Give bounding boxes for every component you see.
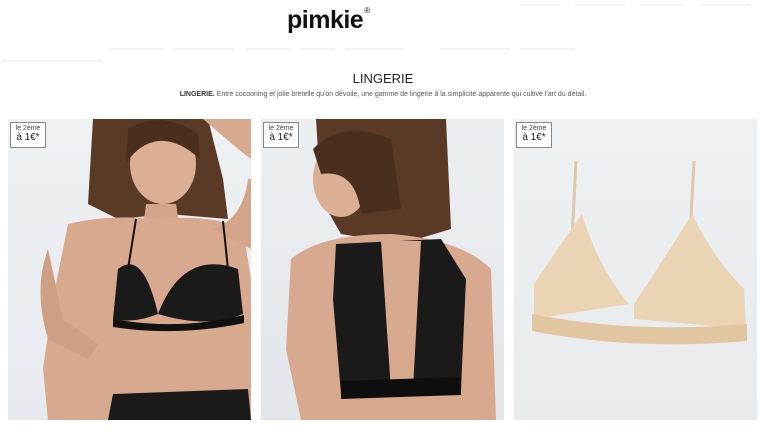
promo-badge-line2: à 1€* [269,132,293,143]
page-title: LINGERIE [352,71,414,86]
promo-badge: le 2ème à 1€* [516,122,552,148]
category-description: LINGERIE. Entre cocooning et jolie brete… [0,91,766,98]
promo-badge-line1: le 2ème [521,125,547,132]
product-card-2[interactable]: le 2ème à 1€* [261,119,504,420]
promo-badge: le 2ème à 1€* [10,122,46,148]
product-image [40,119,251,420]
promo-badge-line1: le 2ème [15,125,41,132]
product-image [532,160,747,345]
product-card-3[interactable]: le 2ème à 1€* [514,119,757,420]
nav-item[interactable] [345,48,405,50]
nav-item[interactable] [110,48,165,50]
brand-logo[interactable]: pimkie® [287,6,370,35]
description-lead: LINGERIE. [179,91,215,98]
promo-badge: le 2ème à 1€* [263,122,299,148]
nav-item[interactable] [245,48,290,50]
nav-item[interactable] [520,48,575,50]
promo-badge-line2: à 1€* [16,132,40,143]
brand-name: pimkie [287,6,364,34]
product-card-1[interactable]: le 2ème à 1€* [8,119,251,420]
nav-item[interactable] [175,48,235,50]
trademark-symbol: ® [364,5,370,15]
product-image [286,119,496,420]
promo-badge-line1: le 2ème [268,125,294,132]
description-text: Entre cocooning et jolie bretelle qu'on … [214,91,587,98]
promo-badge-line2: à 1€* [522,132,546,143]
nav-item[interactable] [300,48,335,50]
nav-item[interactable] [440,48,510,50]
breadcrumb[interactable] [2,60,102,62]
main-navigation [0,42,766,62]
